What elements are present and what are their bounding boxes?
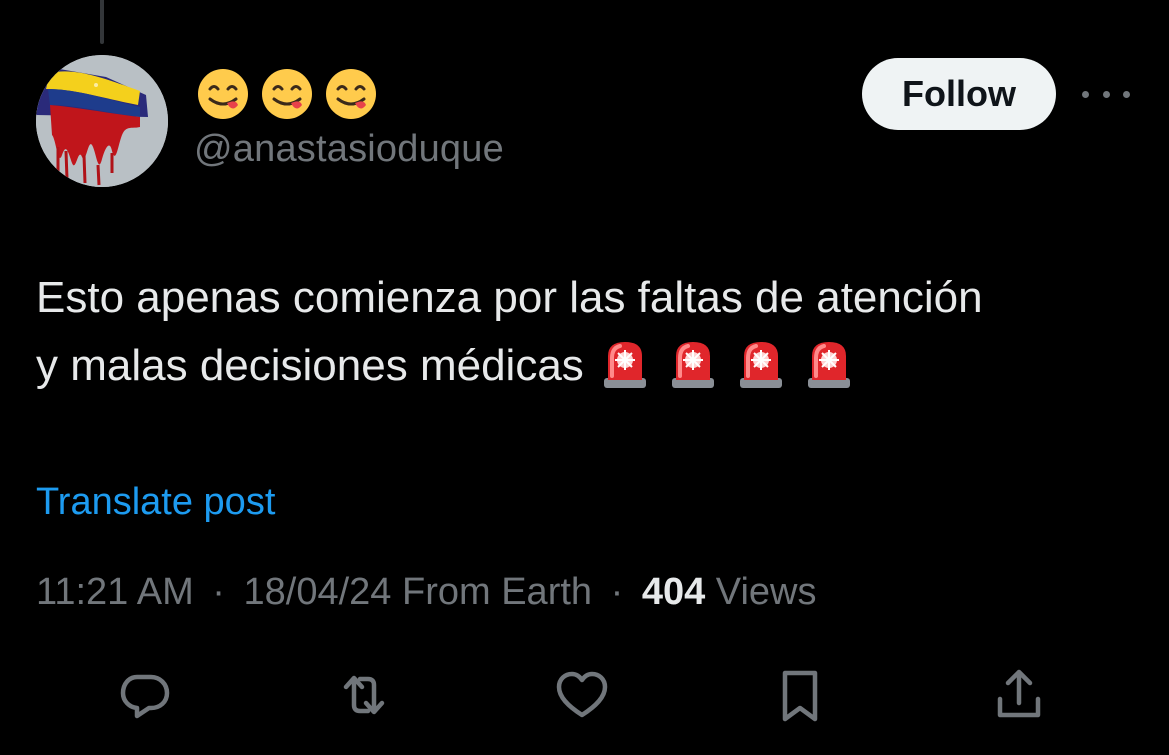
like-button[interactable]	[547, 660, 617, 730]
post-text-line-2: y malas decisiones médicas	[36, 332, 1146, 400]
police-light-emoji	[739, 342, 782, 388]
repost-icon	[343, 675, 385, 715]
bleeding-flag-image	[36, 55, 168, 187]
thread-connector-line	[100, 0, 104, 44]
views-count[interactable]: 404	[642, 571, 705, 613]
more-dot	[1102, 90, 1110, 98]
user-handle[interactable]: @anastasioduque	[194, 126, 504, 172]
repost-button[interactable]	[329, 660, 399, 730]
avatar[interactable]	[36, 55, 168, 187]
translate-post-link[interactable]: Translate post	[36, 478, 275, 526]
face-savoring-food-emoji	[198, 69, 248, 119]
share-icon	[997, 669, 1041, 718]
post-source: From Earth	[402, 571, 593, 613]
display-name[interactable]	[196, 66, 378, 122]
bookmark-icon	[782, 670, 818, 722]
more-horizontal-icon[interactable]	[1082, 78, 1130, 110]
post-meta: 11:21 AM · 18/04/24 From Earth · 404 Vie…	[36, 567, 816, 617]
action-bar	[0, 660, 1169, 730]
face-savoring-food-emoji	[326, 69, 376, 119]
face-savoring-food-emoji	[262, 69, 312, 119]
share-button[interactable]	[984, 660, 1054, 730]
police-light-emoji	[671, 342, 714, 388]
police-light-emoji	[603, 342, 646, 388]
meta-separator: ·	[610, 571, 624, 613]
bookmark-button[interactable]	[765, 660, 835, 730]
more-dot	[1123, 90, 1130, 98]
post-text: Esto apenas comienza por las faltas de a…	[36, 264, 1146, 400]
meta-separator: ·	[212, 571, 225, 613]
post-date[interactable]: 18/04/24	[244, 571, 392, 613]
more-dot	[1082, 90, 1089, 98]
police-light-emoji-group	[598, 336, 856, 390]
views-label[interactable]: Views	[716, 571, 817, 613]
police-light-emoji	[807, 342, 850, 388]
post-text-line-1: Esto apenas comienza por las faltas de a…	[36, 273, 983, 322]
post-time[interactable]: 11:21 AM	[36, 571, 194, 613]
post-text-line-2-text: y malas decisiones médicas	[36, 341, 584, 390]
heart-icon	[556, 671, 608, 718]
follow-button[interactable]: Follow	[862, 58, 1056, 130]
reply-button[interactable]	[110, 660, 180, 730]
reply-icon	[120, 674, 170, 719]
